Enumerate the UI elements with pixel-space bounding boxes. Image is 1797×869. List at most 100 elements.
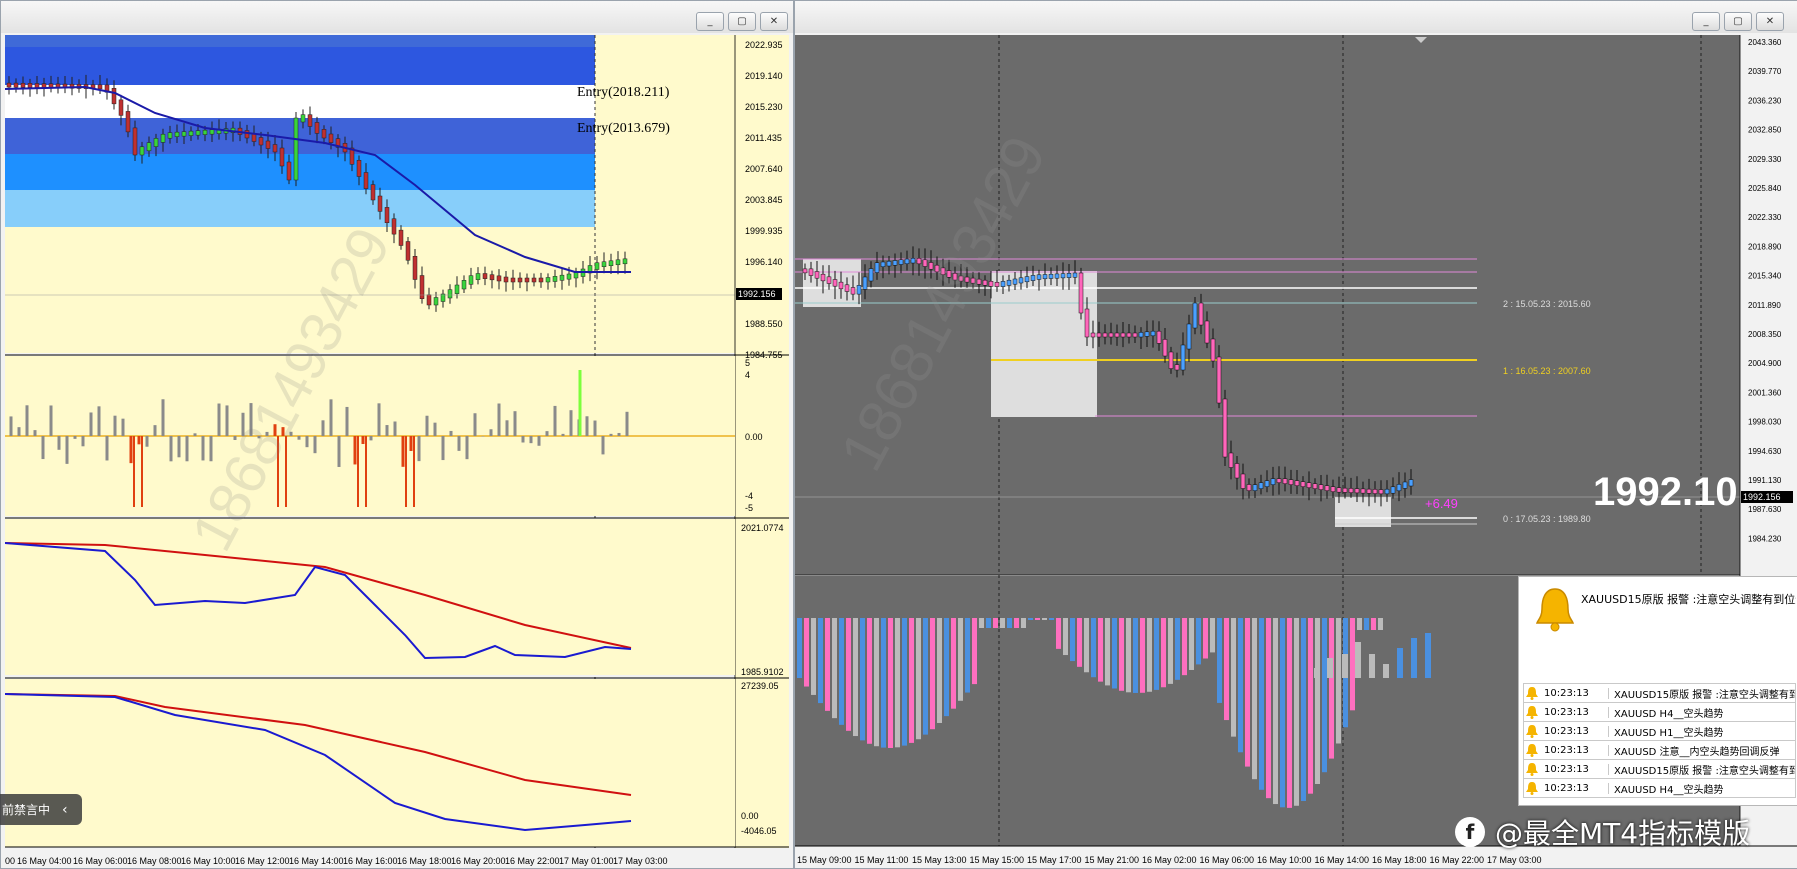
candle-body (538, 277, 544, 283)
alert-message: XAUUSD H1__空头趋势 (1614, 727, 1724, 739)
histogram-bar (1112, 618, 1117, 689)
candle-body (1288, 479, 1294, 485)
candle-body (1396, 484, 1402, 492)
candle-body (111, 88, 117, 105)
time-tick: 16 May 06:00 (1200, 855, 1255, 865)
histogram-bar (1049, 618, 1054, 620)
candle-body (868, 268, 874, 282)
candle-body (1000, 281, 1006, 287)
histogram-bar (1126, 618, 1131, 693)
ma-panel-tick: 2021.0774 (741, 523, 784, 533)
histogram-bar (1217, 618, 1222, 703)
histogram-bar (944, 618, 949, 717)
candle-body (356, 160, 362, 177)
histogram-bar (1327, 658, 1333, 678)
candle-body (153, 138, 159, 147)
candle-body (468, 275, 474, 285)
histogram-bar (979, 618, 984, 628)
candle-body (293, 117, 299, 181)
candle-body (251, 133, 257, 142)
candle-body (1366, 488, 1372, 494)
histogram-bar (1397, 648, 1403, 678)
candle-body (139, 146, 145, 156)
histogram-bar (1259, 618, 1264, 790)
candle-body (174, 131, 180, 137)
histogram-bar (972, 618, 977, 685)
candle-body (1216, 356, 1222, 404)
histogram-bar (1042, 618, 1047, 620)
price-tick: 2001.360 (1748, 388, 1782, 397)
candle-body (1024, 276, 1030, 283)
histogram-bar (1189, 618, 1194, 670)
alert-row[interactable]: 10:23:13 XAUUSD 注意__内空头趋势回调反弹 (1523, 740, 1796, 759)
candle-body (1114, 332, 1120, 338)
alert-row[interactable]: 10:23:13 XAUUSD H4__空头趋势 (1523, 702, 1796, 721)
histogram-bar (804, 618, 809, 687)
alert-message: XAUUSD15原版 报警 :注意空头调整有到 (1614, 689, 1795, 701)
maximize-button[interactable]: ▢ (728, 12, 756, 31)
candle-body (1390, 486, 1396, 494)
price-tick: 2003.845 (745, 195, 783, 205)
histogram-bar (825, 618, 830, 711)
histogram-bar (874, 618, 879, 747)
candle-body (202, 129, 208, 135)
histogram-bar (1425, 633, 1431, 678)
candle-body (188, 130, 194, 136)
candle-body (1078, 272, 1084, 314)
price-tick: 2029.330 (1748, 155, 1782, 164)
time-tick: 16 May 20:00 (451, 856, 506, 866)
level-label: 1 : 16.05.23 : 2007.60 (1503, 366, 1591, 376)
alert-row[interactable]: 10:23:13 XAUUSD15原版 报警 :注意空头调整有到 (1523, 759, 1796, 778)
price-tick: 2004.900 (1748, 359, 1782, 368)
alert-list[interactable]: 10:23:13 XAUUSD15原版 报警 :注意空头调整有到 10:23:1… (1523, 683, 1796, 798)
close-button[interactable]: ✕ (1756, 12, 1784, 31)
candle-body (1204, 320, 1210, 344)
candle-body (1174, 364, 1180, 371)
candle-body (1372, 489, 1378, 494)
bell-icon (1526, 763, 1538, 776)
price-tick: 1991.130 (1748, 476, 1782, 485)
chat-muted-button[interactable]: 前禁言中 ‹ (0, 794, 82, 825)
close-button[interactable]: ✕ (760, 12, 788, 31)
maximize-button[interactable]: ▢ (1724, 12, 1752, 31)
histogram-bar (1035, 618, 1040, 620)
histogram-bar (923, 618, 928, 735)
histogram-bar (1070, 618, 1075, 662)
candle-body (244, 130, 250, 139)
candle-body (370, 184, 376, 201)
histogram-bar (1014, 618, 1019, 628)
alert-row[interactable]: 10:23:13 XAUUSD15原版 报警 :注意空头调整有到 (1523, 683, 1796, 702)
alert-row[interactable]: 10:23:13 XAUUSD H1__空头趋势 (1523, 721, 1796, 740)
current-price-label: 1992.156 (1743, 492, 1781, 502)
candle-body (910, 258, 916, 264)
minimize-button[interactable]: _ (696, 12, 724, 31)
candle-body (412, 256, 418, 280)
price-tick: 1984.230 (1748, 534, 1782, 543)
candle-body (398, 229, 404, 246)
vol-tick: 0.00 (741, 811, 759, 821)
histogram-bar (1196, 618, 1201, 665)
candle-body (808, 268, 814, 276)
histogram-bar (1147, 618, 1152, 692)
candle-body (1066, 273, 1072, 278)
candle-body (1360, 488, 1366, 494)
candle-body (1036, 274, 1042, 280)
candle-body (552, 276, 558, 282)
candle-body (814, 271, 820, 279)
candle-body (1252, 484, 1258, 491)
candle-body (1048, 273, 1054, 279)
candle-body (1156, 330, 1162, 344)
big-price-display: 1992.10 (1593, 470, 1738, 514)
minimize-button[interactable]: _ (1692, 12, 1720, 31)
histogram-bar (1084, 618, 1089, 673)
left-chart-canvas[interactable]: Entry(2018.211) Entry(2013.679) 2022.935… (5, 35, 789, 868)
candle-body (856, 285, 862, 295)
candle-body (1234, 463, 1240, 479)
left-window-controls: _ ▢ ✕ (696, 12, 788, 31)
alert-row[interactable]: 10:23:13 XAUUSD H4__空头趋势 (1523, 778, 1796, 798)
time-tick: 16 May 14:00 (1315, 855, 1370, 865)
osc-tick: 5 (745, 358, 750, 368)
candle-body (615, 259, 621, 266)
price-tick: 1998.030 (1748, 418, 1782, 427)
histogram-bar (1231, 618, 1236, 737)
